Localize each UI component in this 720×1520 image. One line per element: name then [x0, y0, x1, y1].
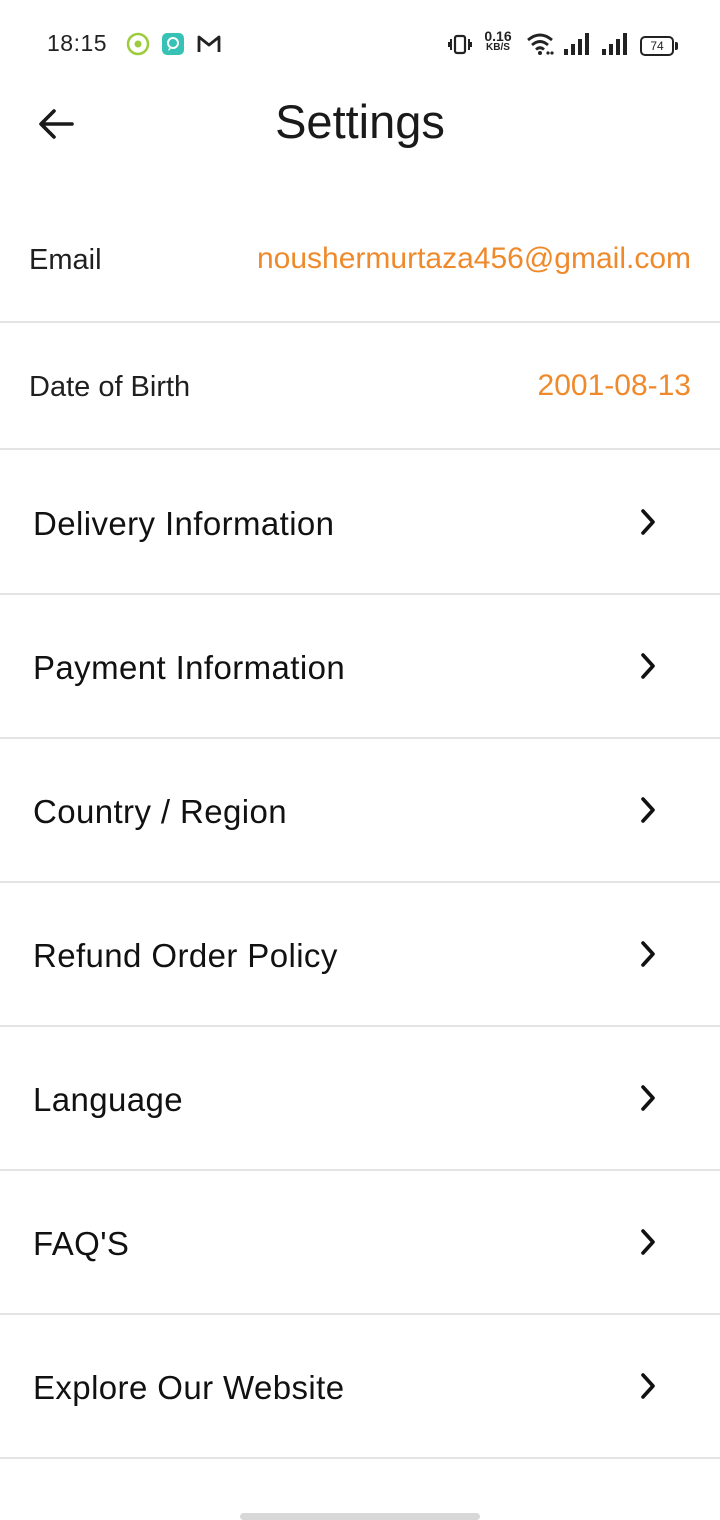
date-of-birth-row: Date of Birth 2001-08-13 — [0, 323, 720, 450]
gmail-icon — [196, 32, 221, 56]
menu-item-refund-order-policy[interactable]: Refund Order Policy — [0, 883, 720, 1027]
menu-item-label: Payment Information — [33, 649, 346, 686]
network-speed: 0.16 KB/S — [480, 29, 516, 54]
email-row: Email noushermurtaza456@gmail.com — [0, 196, 720, 323]
menu-item-faqs[interactable]: FAQ'S — [0, 1171, 720, 1315]
chevron-right-icon — [636, 507, 660, 537]
chevron-right-icon — [636, 1227, 660, 1257]
status-time: 18:15 — [47, 30, 108, 56]
chevron-right-icon — [636, 795, 660, 825]
chevron-right-icon — [636, 651, 660, 681]
menu-item-label: Country / Region — [33, 793, 288, 830]
vibrate-icon — [448, 28, 472, 60]
menu-item-label: Refund Order Policy — [33, 937, 338, 974]
battery-icon: 74 — [640, 36, 678, 56]
date-of-birth-value: 2001-08-13 — [537, 369, 691, 402]
home-indicator[interactable] — [240, 1513, 480, 1520]
date-of-birth-label: Date of Birth — [29, 371, 191, 403]
menu-item-label: Explore Our Website — [33, 1369, 345, 1406]
menu-item-label: Delivery Information — [33, 505, 335, 542]
app-header: Settings — [0, 88, 720, 178]
menu-item-explore-our-website[interactable]: Explore Our Website — [0, 1315, 720, 1459]
menu-item-language[interactable]: Language — [0, 1027, 720, 1171]
green-circle-app-icon — [126, 32, 150, 56]
chevron-right-icon — [636, 1083, 660, 1113]
email-label: Email — [29, 244, 102, 276]
chevron-right-icon — [636, 1371, 660, 1401]
wifi-icon — [526, 28, 554, 60]
signal-2-icon — [601, 28, 629, 60]
signal-1-icon — [563, 28, 591, 60]
menu-item-delivery-information[interactable]: Delivery Information — [0, 451, 720, 595]
status-bar: 18:15 0.16 KB/S 74 — [0, 0, 720, 88]
chevron-right-icon — [636, 939, 660, 969]
page-title: Settings — [275, 95, 445, 148]
menu-item-country-region[interactable]: Country / Region — [0, 739, 720, 883]
menu-item-payment-information[interactable]: Payment Information — [0, 595, 720, 739]
email-value: noushermurtaza456@gmail.com — [257, 242, 691, 275]
menu-item-label: FAQ'S — [33, 1225, 130, 1262]
teal-chat-app-icon — [161, 32, 185, 56]
menu-item-label: Language — [33, 1081, 184, 1118]
